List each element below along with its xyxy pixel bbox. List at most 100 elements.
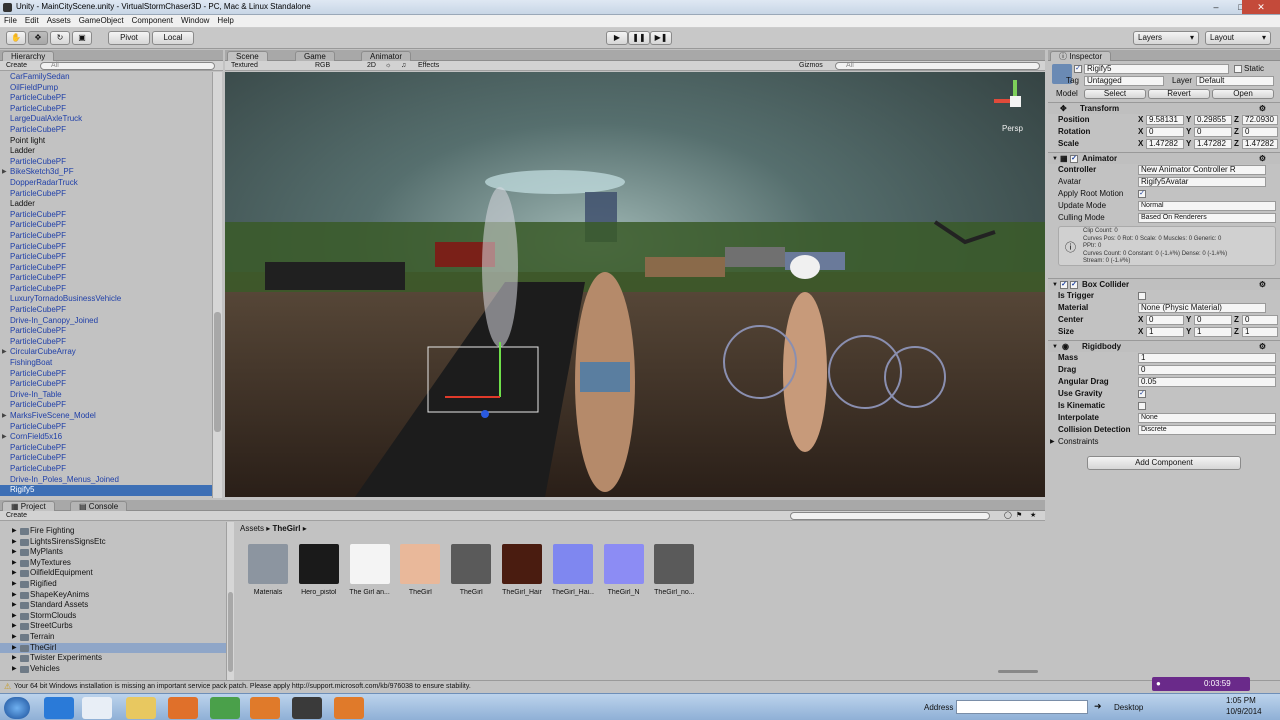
chevron-right-icon[interactable]: ▶ [2,167,7,178]
blender-icon[interactable] [250,697,280,719]
hierarchy-item[interactable]: LuxuryTornadoBusinessVehicle [0,294,212,305]
hierarchy-item[interactable]: ParticleCubePF [0,379,212,390]
is-kinematic-checkbox[interactable] [1138,402,1146,410]
hierarchy-item[interactable]: ParticleCubePF [0,337,212,348]
tab-scene[interactable]: Scene [227,51,268,61]
breadcrumb-thegirl[interactable]: TheGirl [272,524,300,533]
hierarchy-item[interactable]: ▶ MarksFiveScene_Model [0,411,212,422]
menu-edit[interactable]: Edit [21,15,43,26]
hierarchy-item[interactable]: ParticleCubePF [0,453,212,464]
tab-animator[interactable]: Animator [361,51,412,61]
hierarchy-item[interactable]: ParticleCubePF [0,220,212,231]
hierarchy-item[interactable]: ParticleCubePF [0,242,212,253]
asset-tile[interactable]: TheGirl_no... [653,544,695,596]
effects-dropdown[interactable]: Effects [418,62,439,70]
hierarchy-item[interactable]: ParticleCubePF [0,210,212,221]
chevron-right-icon[interactable]: ▶ [12,600,17,611]
favorites-icon[interactable]: ★ [1030,512,1036,520]
rotation-z-field[interactable]: 0 [1242,127,1278,137]
chevron-right-icon[interactable]: ▶ [12,579,17,590]
hierarchy-item[interactable]: ParticleCubePF [0,252,212,263]
asset-tile[interactable]: TheGirl [399,544,441,596]
interpolate-dropdown[interactable]: None [1138,413,1276,423]
audio-icon[interactable]: ♫ [401,62,406,70]
tab-inspector[interactable]: ⓘ Inspector [1050,51,1112,61]
asset-tile[interactable]: TheGirl_N [603,544,645,596]
tab-console[interactable]: ▤ Console [70,501,128,511]
filter-by-type-icon[interactable]: ◯ [1004,512,1012,520]
hierarchy-item[interactable]: ParticleCubePF [0,93,212,104]
clock-date[interactable]: 10/9/2014 [1226,707,1262,716]
hierarchy-item[interactable]: ParticleCubePF [0,443,212,454]
hierarchy-item[interactable]: ParticleCubePF [0,273,212,284]
scene-gizmo[interactable]: Persp [992,78,1038,134]
2d-toggle[interactable]: 2D [367,62,376,70]
position-x-field[interactable]: 9.58131 [1146,115,1184,125]
center-z-field[interactable]: 0 [1242,315,1278,325]
menu-component[interactable]: Component [128,15,177,26]
hierarchy-item[interactable]: ParticleCubePF [0,231,212,242]
hierarchy-item[interactable]: LargeDualAxleTruck [0,114,212,125]
folder-item[interactable]: ▶ StreetCurbs [0,621,226,632]
rigidbody-header[interactable]: ▼ ◉ Rigidbody ⚙ [1048,340,1280,352]
hierarchy-item[interactable]: ParticleCubePF [0,369,212,380]
active-checkbox[interactable]: ✓ [1074,65,1082,73]
asset-tile[interactable]: TheGirl_Hai... [552,544,594,596]
folder-item[interactable]: ▶ Fire Fighting [0,526,226,537]
chevron-right-icon[interactable]: ▶ [12,664,17,675]
hierarchy-item[interactable]: ParticleCubePF [0,284,212,295]
breadcrumb-assets[interactable]: Assets [240,524,264,533]
desktop-toolbar-label[interactable]: Desktop [1114,703,1143,712]
hierarchy-search-input[interactable]: All [40,62,215,70]
hierarchy-item[interactable]: ParticleCubePF [0,157,212,168]
hierarchy-item[interactable]: ▶ CircularCubeArray [0,347,212,358]
material-field[interactable]: None (Physic Material) [1138,303,1266,313]
hierarchy-item[interactable]: Drive-In_Poles_Menus_Joined [0,475,212,486]
hierarchy-item[interactable]: Rigify5 [0,485,212,496]
avatar-field[interactable]: Rigify5Avatar [1138,177,1266,187]
layers-dropdown[interactable]: Layers ▾ [1133,31,1199,45]
chevron-right-icon[interactable]: ▶ [12,547,17,558]
position-z-field[interactable]: 72.0930 [1242,115,1278,125]
menu-assets[interactable]: Assets [43,15,75,26]
clock-time[interactable]: 1:05 PM [1226,696,1256,705]
pivot-toggle[interactable]: Pivot [108,31,150,45]
chevron-right-icon[interactable]: ▶ [12,611,17,622]
model-revert-button[interactable]: Revert [1148,89,1210,99]
pause-icon[interactable]: ❚❚ [628,31,650,45]
asset-tile[interactable]: Materials [247,544,289,596]
folder-tree-scroll-thumb[interactable] [228,592,233,672]
asset-tile[interactable]: TheGirl [450,544,492,596]
animator-header[interactable]: ▼ ▦ ✓ Animator ⚙ [1048,152,1280,164]
tag-dropdown[interactable]: Untagged [1084,76,1164,86]
hierarchy-item[interactable]: Ladder [0,199,212,210]
hierarchy-item[interactable]: OilFieldPump [0,83,212,94]
drag-field[interactable]: 0 [1138,365,1276,375]
chevron-right-icon[interactable]: ▶ [12,643,17,654]
chevron-right-icon[interactable]: ▶ [2,347,7,358]
hierarchy-item[interactable]: Ladder [0,146,212,157]
is-trigger-checkbox[interactable] [1138,292,1146,300]
object-name-field[interactable]: Rigify5 [1084,64,1229,74]
address-input[interactable] [956,700,1088,714]
rotate-tool-icon[interactable]: ↻ [50,31,70,45]
hierarchy-item[interactable]: ParticleCubePF [0,422,212,433]
model-open-button[interactable]: Open [1212,89,1274,99]
root-motion-checkbox[interactable]: ✓ [1138,190,1146,198]
hierarchy-item[interactable]: ParticleCubePF [0,326,212,337]
move-tool-icon[interactable]: ✥ [28,31,48,45]
minimize-button[interactable]: – [1203,0,1229,14]
chevron-right-icon[interactable]: ▶ [2,411,7,422]
play-icon[interactable]: ▶ [606,31,628,45]
folder-item[interactable]: ▶ TheGirl [0,642,226,654]
animator-enabled-checkbox[interactable]: ✓ [1070,155,1078,163]
layer-dropdown[interactable]: Default [1196,76,1274,86]
project-search-input[interactable] [790,512,990,520]
static-checkbox[interactable] [1234,65,1242,73]
folder-tree-scrollbar[interactable] [226,522,234,680]
box-collider-enabled-checkbox[interactable]: ✓ [1070,281,1078,289]
rotation-x-field[interactable]: 0 [1146,127,1184,137]
start-button-icon[interactable] [4,697,30,719]
folder-item[interactable]: ▶ Rigified [0,579,226,590]
shading-mode-dropdown[interactable]: Textured [231,62,258,70]
